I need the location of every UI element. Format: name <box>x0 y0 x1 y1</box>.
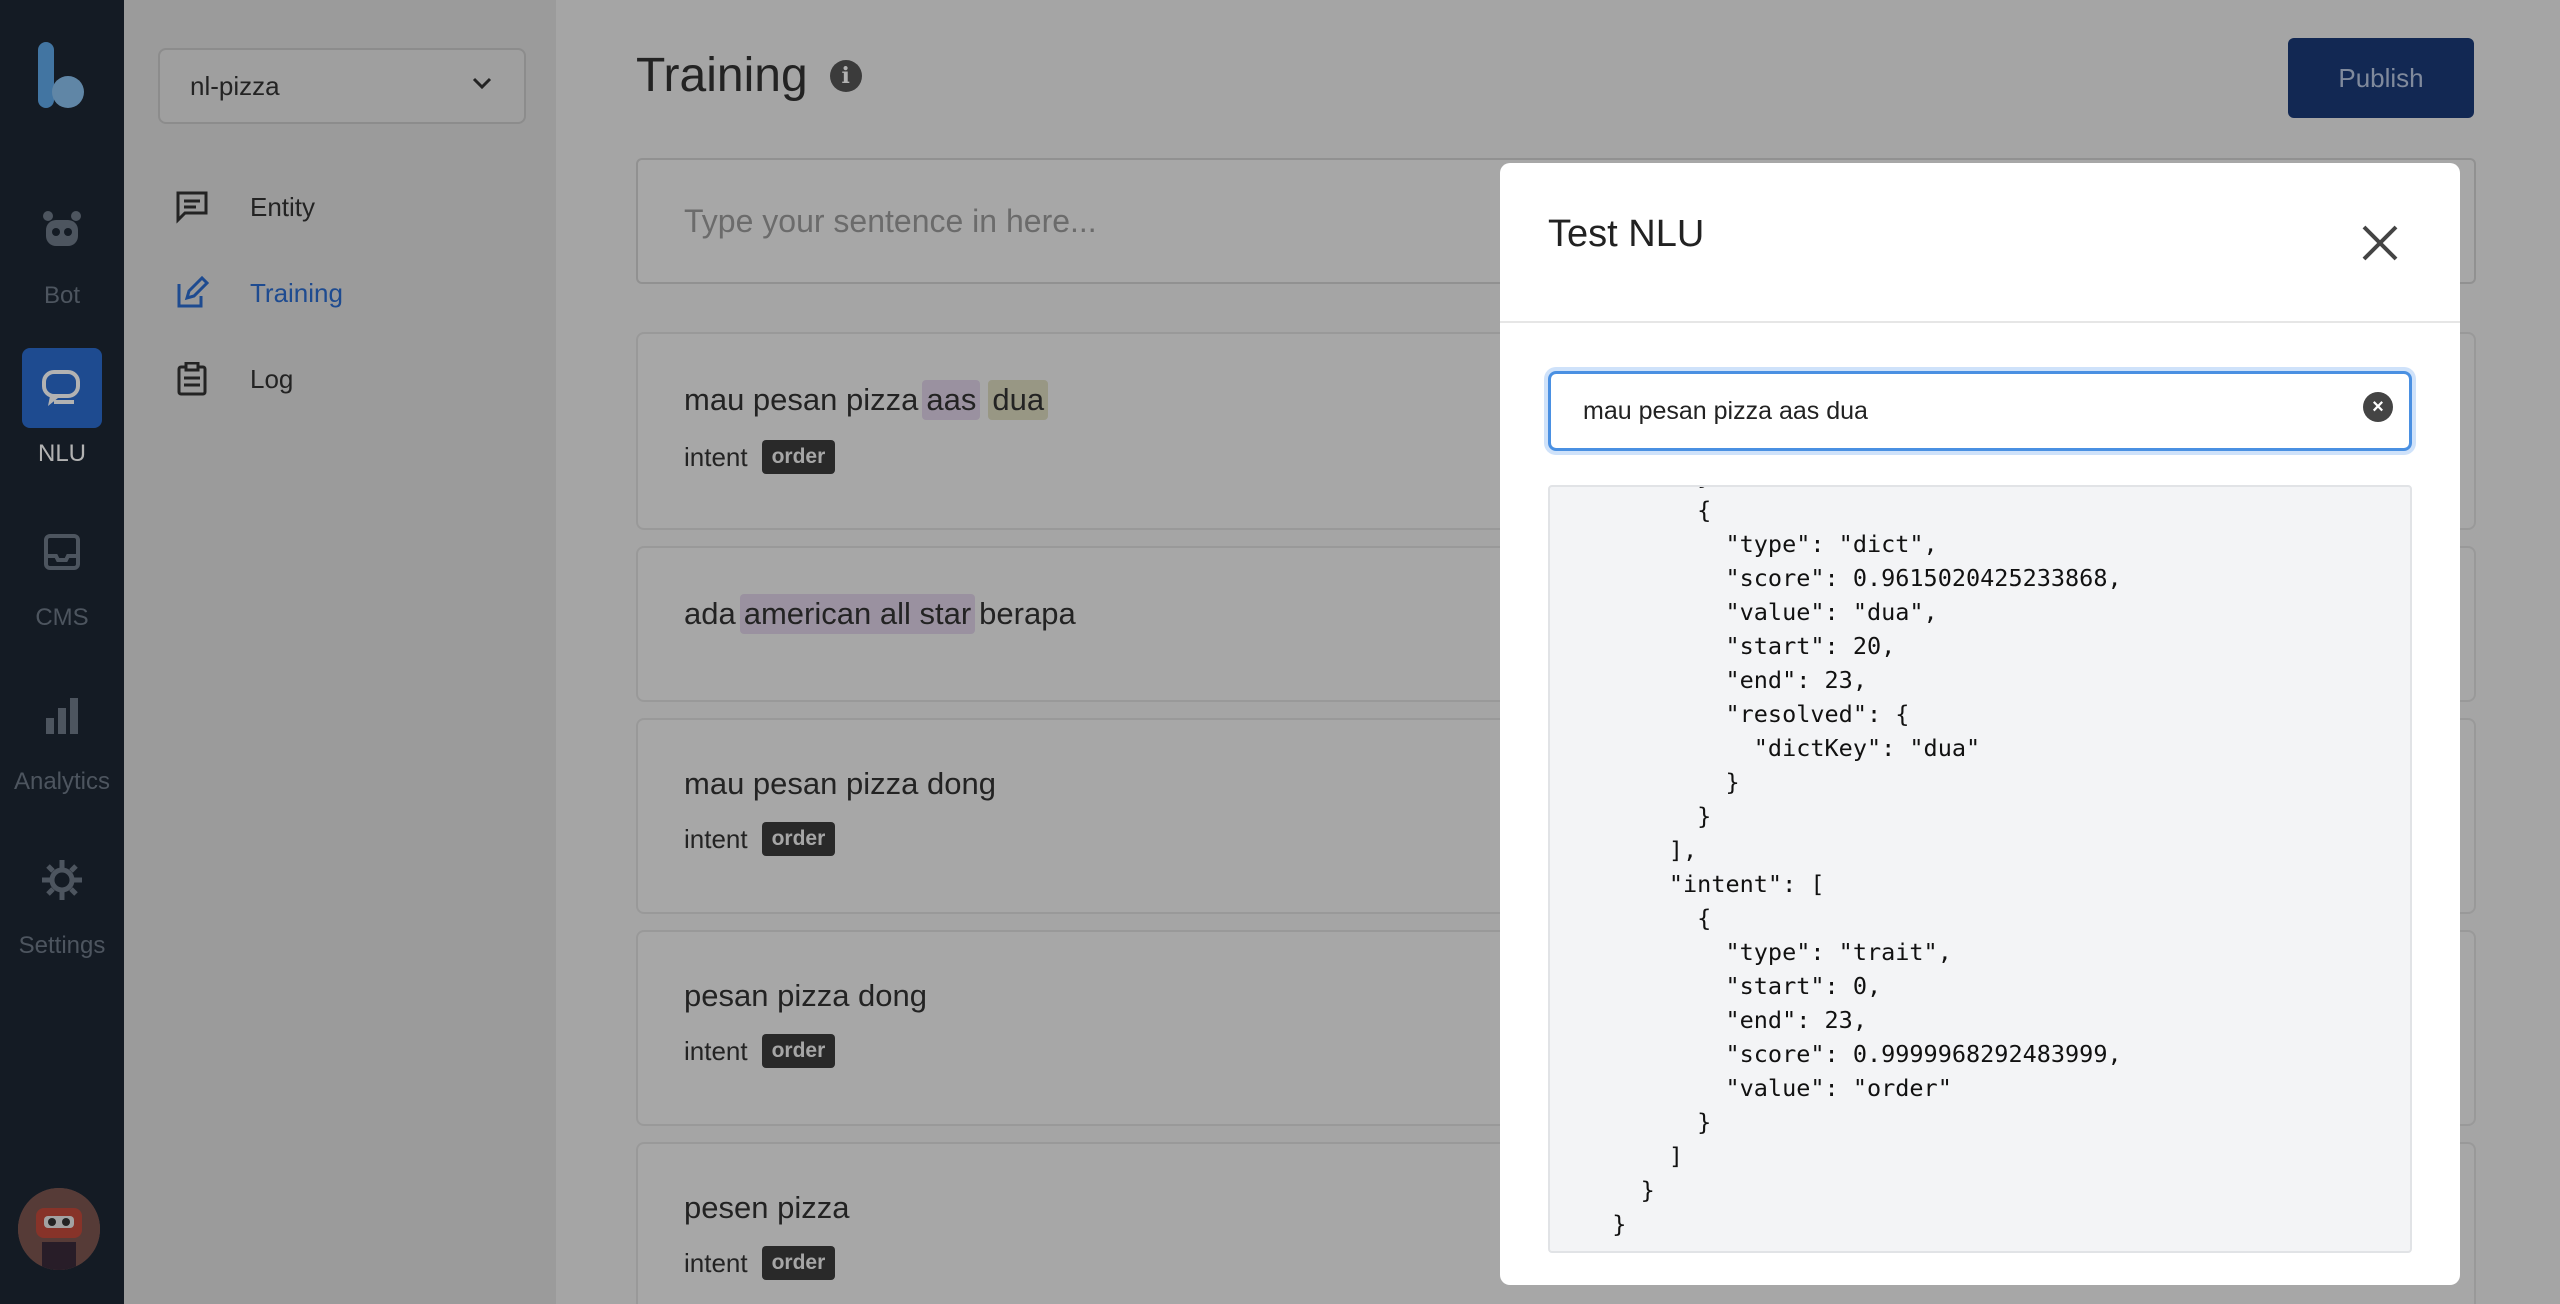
test-sentence-field: × <box>1548 371 2412 451</box>
test-sentence-input[interactable] <box>1583 396 2343 426</box>
clear-input-icon[interactable]: × <box>2363 392 2393 422</box>
modal-title: Test NLU <box>1548 213 1705 255</box>
test-nlu-modal: Test NLU × }, { "type": "dict", "score":… <box>1500 163 2460 1285</box>
modal-header: Test NLU <box>1500 163 2460 323</box>
nlu-result-text: }, { "type": "dict", "score": 0.96150204… <box>1612 487 2122 1238</box>
nlu-result-json[interactable]: }, { "type": "dict", "score": 0.96150204… <box>1548 485 2412 1253</box>
close-icon[interactable] <box>2356 219 2404 267</box>
